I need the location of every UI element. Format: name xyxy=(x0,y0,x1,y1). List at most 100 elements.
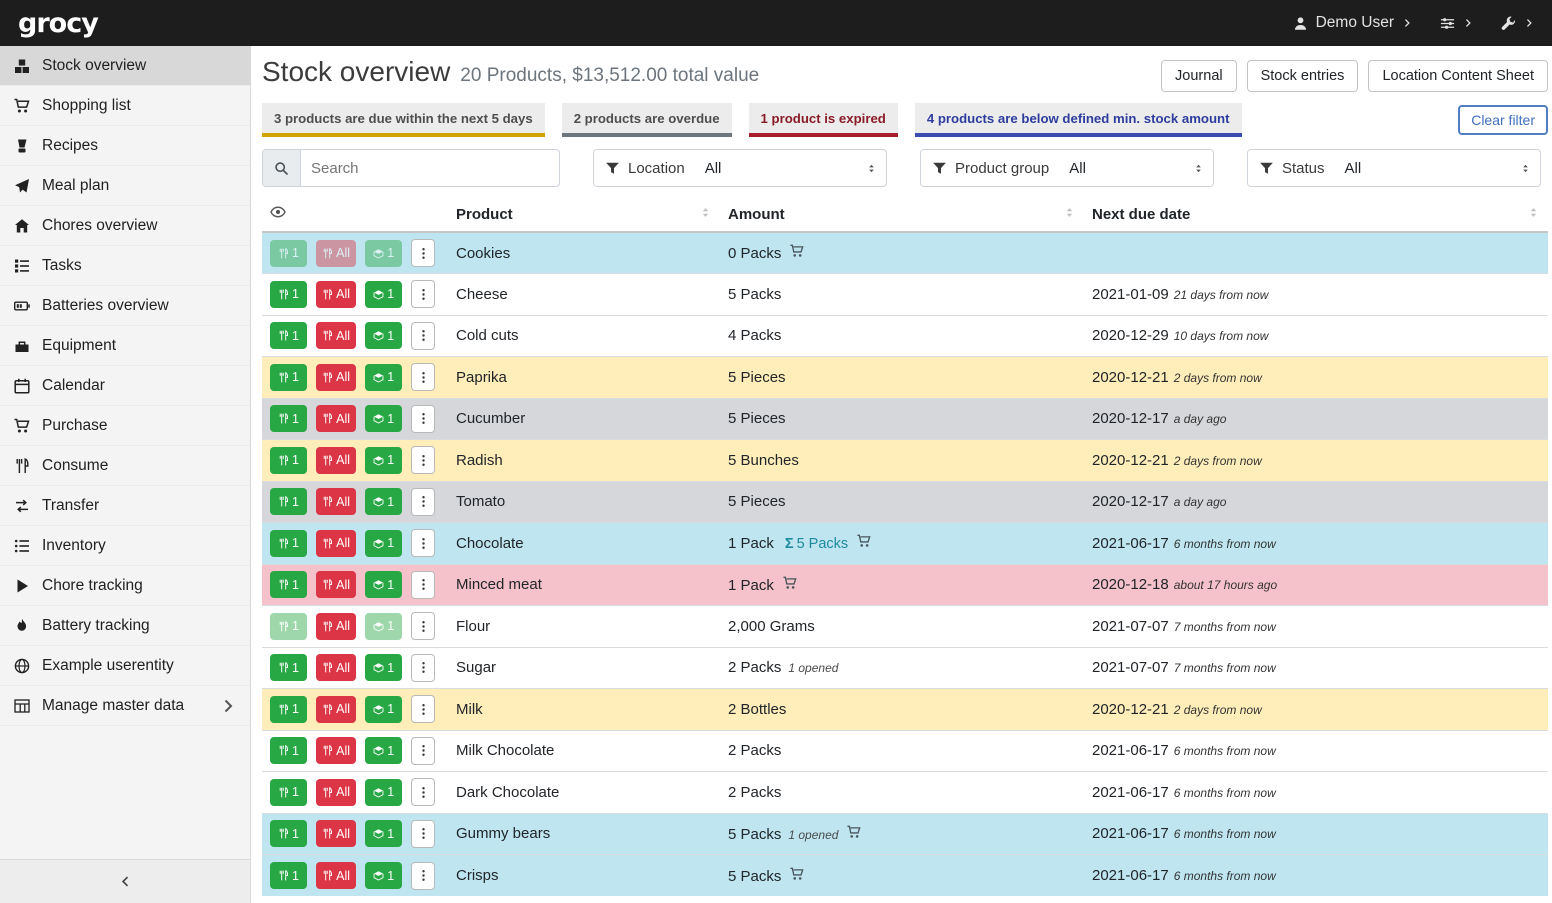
eye-icon[interactable] xyxy=(270,204,286,220)
open-one-button[interactable]: 1 xyxy=(365,571,402,598)
product-name[interactable]: Radish xyxy=(448,440,720,482)
consume-all-button[interactable]: All xyxy=(316,530,356,557)
open-one-button[interactable]: 1 xyxy=(365,322,402,349)
row-menu-button[interactable] xyxy=(411,737,435,765)
open-one-button[interactable]: 1 xyxy=(365,613,402,640)
consume-one-button[interactable]: 1 xyxy=(270,405,307,432)
open-one-button[interactable]: 1 xyxy=(365,488,402,515)
product-name[interactable]: Gummy bears xyxy=(448,813,720,855)
sidebar-item-batteries-overview[interactable]: Batteries overview xyxy=(0,286,250,326)
row-menu-button[interactable] xyxy=(411,612,435,640)
sidebar-item-chores-overview[interactable]: Chores overview xyxy=(0,206,250,246)
consume-all-button[interactable]: All xyxy=(316,696,356,723)
row-menu-button[interactable] xyxy=(411,280,435,308)
sidebar-item-example-userentity[interactable]: Example userentity xyxy=(0,646,250,686)
consume-all-button[interactable]: All xyxy=(316,240,356,267)
consume-all-button[interactable]: All xyxy=(316,488,356,515)
sort-icon[interactable] xyxy=(1063,206,1076,219)
consume-all-button[interactable]: All xyxy=(316,364,356,391)
open-one-button[interactable]: 1 xyxy=(365,240,402,267)
open-one-button[interactable]: 1 xyxy=(365,364,402,391)
journal-button[interactable]: Journal xyxy=(1161,60,1237,92)
consume-one-button[interactable]: 1 xyxy=(270,820,307,847)
open-one-button[interactable]: 1 xyxy=(365,696,402,723)
consume-one-button[interactable]: 1 xyxy=(270,696,307,723)
sidebar-item-chore-tracking[interactable]: Chore tracking xyxy=(0,566,250,606)
sidebar-item-meal-plan[interactable]: Meal plan xyxy=(0,166,250,206)
status-filter-banner[interactable]: 3 products are due within the next 5 day… xyxy=(262,103,545,137)
settings-menu[interactable] xyxy=(1440,16,1473,31)
admin-menu[interactable] xyxy=(1501,16,1534,31)
sidebar-item-inventory[interactable]: Inventory xyxy=(0,526,250,566)
product-name[interactable]: Crisps xyxy=(448,855,720,897)
sidebar-item-manage-master-data[interactable]: Manage master data xyxy=(0,686,250,726)
open-one-button[interactable]: 1 xyxy=(365,281,402,308)
filter-select[interactable]: All xyxy=(1336,150,1540,186)
status-filter-banner[interactable]: 4 products are below defined min. stock … xyxy=(915,103,1242,137)
row-menu-button[interactable] xyxy=(411,446,435,474)
sidebar-item-purchase[interactable]: Purchase xyxy=(0,406,250,446)
sidebar-item-transfer[interactable]: Transfer xyxy=(0,486,250,526)
row-menu-button[interactable] xyxy=(411,239,435,267)
product-name[interactable]: Chocolate xyxy=(448,523,720,565)
sidebar-item-stock-overview[interactable]: Stock overview xyxy=(0,46,250,86)
product-name[interactable]: Cookies xyxy=(448,232,720,274)
status-filter-banner[interactable]: 2 products are overdue xyxy=(562,103,732,137)
row-menu-button[interactable] xyxy=(411,529,435,557)
sidebar-item-consume[interactable]: Consume xyxy=(0,446,250,486)
product-name[interactable]: Dark Chocolate xyxy=(448,772,720,814)
consume-all-button[interactable]: All xyxy=(316,820,356,847)
product-name[interactable]: Tomato xyxy=(448,481,720,523)
row-menu-button[interactable] xyxy=(411,571,435,599)
consume-one-button[interactable]: 1 xyxy=(270,281,307,308)
open-one-button[interactable]: 1 xyxy=(365,447,402,474)
product-name[interactable]: Sugar xyxy=(448,647,720,689)
row-menu-button[interactable] xyxy=(411,862,435,890)
filter-select[interactable]: All xyxy=(696,150,886,186)
consume-one-button[interactable]: 1 xyxy=(270,779,307,806)
consume-all-button[interactable]: All xyxy=(316,322,356,349)
sidebar-item-recipes[interactable]: Recipes xyxy=(0,126,250,166)
sort-icon[interactable] xyxy=(1527,206,1540,219)
product-name[interactable]: Cheese xyxy=(448,274,720,316)
consume-one-button[interactable]: 1 xyxy=(270,571,307,598)
search-input[interactable] xyxy=(301,150,559,186)
consume-one-button[interactable]: 1 xyxy=(270,364,307,391)
open-one-button[interactable]: 1 xyxy=(365,862,402,889)
product-name[interactable]: Milk Chocolate xyxy=(448,730,720,772)
consume-all-button[interactable]: All xyxy=(316,737,356,764)
consume-all-button[interactable]: All xyxy=(316,571,356,598)
consume-one-button[interactable]: 1 xyxy=(270,530,307,557)
product-name[interactable]: Milk xyxy=(448,689,720,731)
consume-one-button[interactable]: 1 xyxy=(270,322,307,349)
filter-select[interactable]: All xyxy=(1060,150,1213,186)
consume-one-button[interactable]: 1 xyxy=(270,240,307,267)
product-name[interactable]: Flour xyxy=(448,606,720,648)
product-name[interactable]: Cucumber xyxy=(448,398,720,440)
sidebar-item-battery-tracking[interactable]: Battery tracking xyxy=(0,606,250,646)
sort-icon[interactable] xyxy=(699,206,712,219)
sidebar-item-shopping-list[interactable]: Shopping list xyxy=(0,86,250,126)
stock-entries-button[interactable]: Stock entries xyxy=(1247,60,1359,92)
sidebar-collapse-button[interactable] xyxy=(0,859,250,903)
product-name[interactable]: Minced meat xyxy=(448,564,720,606)
open-one-button[interactable]: 1 xyxy=(365,779,402,806)
sidebar-item-calendar[interactable]: Calendar xyxy=(0,366,250,406)
consume-all-button[interactable]: All xyxy=(316,654,356,681)
consume-all-button[interactable]: All xyxy=(316,862,356,889)
location-content-sheet-button[interactable]: Location Content Sheet xyxy=(1368,60,1548,92)
open-one-button[interactable]: 1 xyxy=(365,654,402,681)
consume-all-button[interactable]: All xyxy=(316,779,356,806)
row-menu-button[interactable] xyxy=(411,363,435,391)
row-menu-button[interactable] xyxy=(411,654,435,682)
consume-all-button[interactable]: All xyxy=(316,447,356,474)
amount-column-header[interactable]: Amount xyxy=(720,197,1084,232)
consume-one-button[interactable]: 1 xyxy=(270,447,307,474)
consume-all-button[interactable]: All xyxy=(316,613,356,640)
row-menu-button[interactable] xyxy=(411,695,435,723)
open-one-button[interactable]: 1 xyxy=(365,820,402,847)
consume-one-button[interactable]: 1 xyxy=(270,488,307,515)
status-filter-banner[interactable]: 1 product is expired xyxy=(749,103,898,137)
clear-filter-button[interactable]: Clear filter xyxy=(1458,105,1548,135)
consume-all-button[interactable]: All xyxy=(316,281,356,308)
